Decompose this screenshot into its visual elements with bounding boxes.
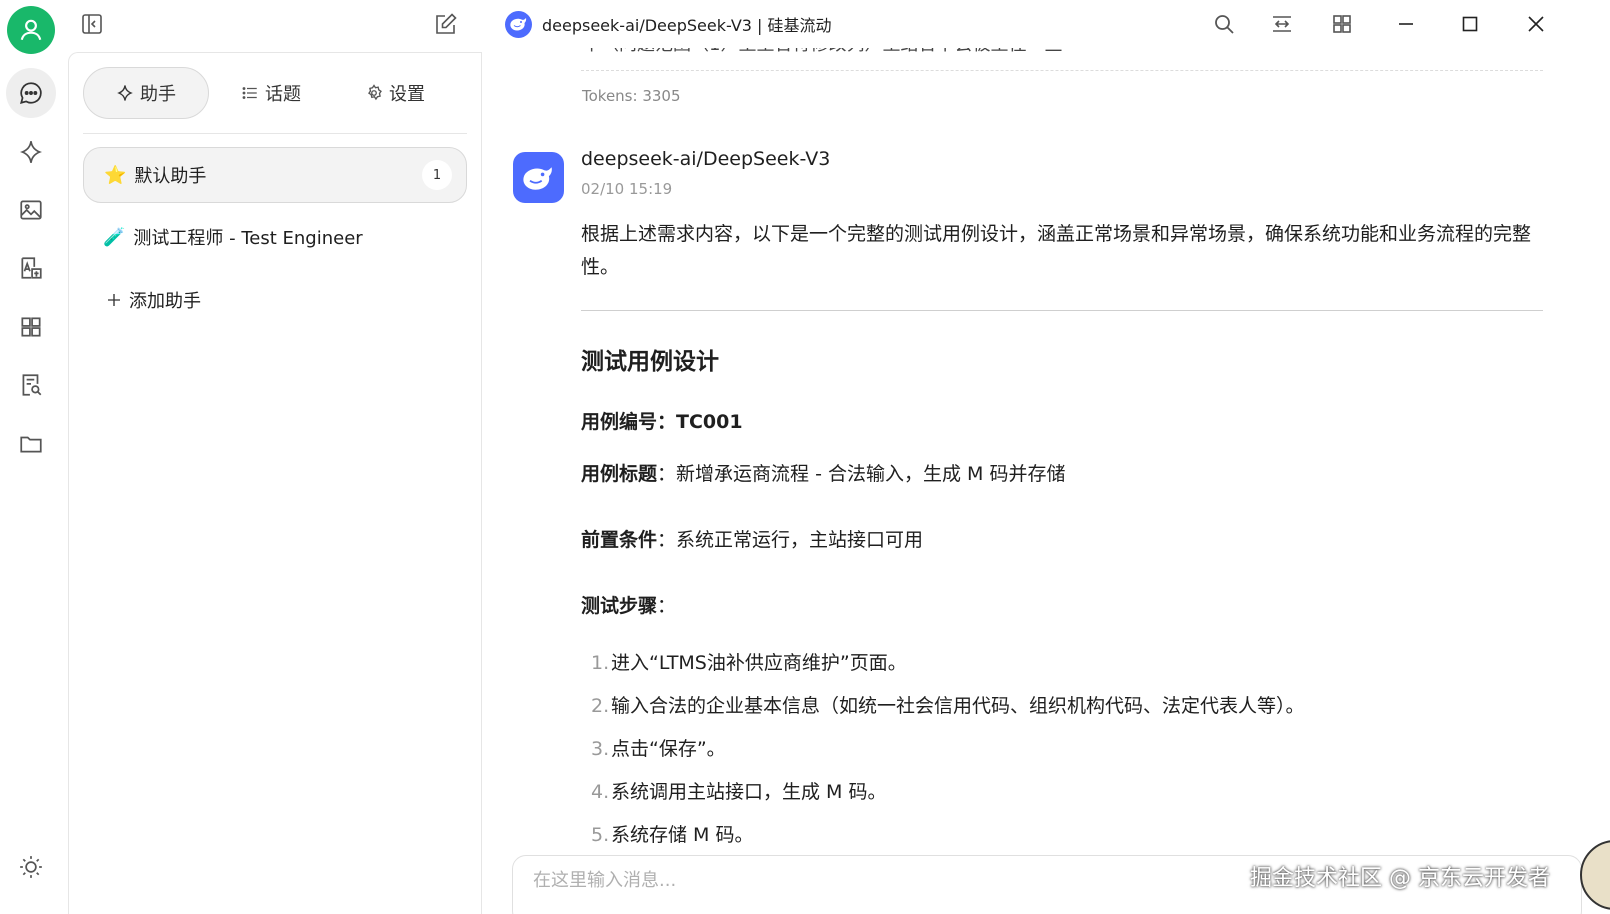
model-avatar [513, 152, 564, 203]
assistant-name: 测试工程师 - Test Engineer [133, 228, 363, 249]
rail-apps-button[interactable] [6, 302, 56, 352]
steps-label: 测试步骤 [581, 595, 658, 617]
message-divider [581, 70, 1543, 71]
folder-icon [20, 436, 42, 453]
list-item: 2. 输入合法的企业基本信息（如统一社会信用代码、组织机构代码、法定代表人等）。 [591, 695, 1305, 717]
steps-heading-row: 测试步骤： [581, 595, 677, 617]
maximize-icon [1462, 16, 1478, 32]
tab-settings[interactable]: 设置 [365, 67, 425, 119]
rail-files-button[interactable] [6, 419, 56, 469]
image-icon [20, 200, 42, 220]
user-avatar[interactable] [7, 6, 55, 54]
close-icon [1528, 16, 1544, 32]
toggle-sidebar-button[interactable] [76, 8, 108, 40]
list-item: 1. 进入“LTMS油补供应商维护”页面。 [591, 652, 907, 674]
tab-assistants[interactable]: 助手 [83, 67, 209, 119]
assistant-name: 默认助手 [134, 166, 207, 187]
topic-count-badge: 1 [422, 160, 452, 190]
expand-width-icon [1273, 16, 1291, 32]
rail-agents-button[interactable] [6, 127, 56, 177]
tab-assistants-label: 助手 [140, 84, 176, 105]
message-timestamp: 02/10 15:19 [581, 180, 673, 198]
assistant-item-test-engineer[interactable]: 🧪 测试工程师 - Test Engineer [83, 209, 467, 265]
chat-area: 下（问题范围（1）至至合符修改列）至结合下会被至往一些 Tokens: 3305… [483, 48, 1610, 914]
list-item: 3. 点击“保存”。 [591, 738, 726, 760]
rail-translate-button[interactable] [6, 243, 56, 293]
document-search-icon [22, 374, 42, 396]
layout-button[interactable] [1326, 8, 1358, 40]
sun-icon [20, 856, 42, 878]
rail-chat-button[interactable] [6, 68, 56, 118]
icon-rail [0, 0, 62, 914]
test-tube-emoji-icon: 🧪 [103, 226, 126, 248]
tab-settings-label: 设置 [389, 84, 425, 105]
app-window: deepseek-ai/DeepSeek-V3 | 硅基流动 助手 话题 设置 … [0, 0, 1610, 914]
sidebar-collapse-icon [82, 14, 102, 34]
translate-icon [21, 257, 42, 279]
chat-bubble-icon [20, 82, 42, 104]
grid-icon [21, 317, 41, 337]
search-button[interactable] [1208, 8, 1240, 40]
tab-topics-label: 话题 [265, 84, 301, 105]
title-bar: deepseek-ai/DeepSeek-V3 | 硅基流动 [62, 0, 1610, 48]
message-intro: 根据上述需求内容，以下是一个完整的测试用例设计，涵盖正常场景和异常场景，确保系统… [581, 223, 1532, 278]
precondition-row: 前置条件：系统正常运行，主站接口可用 [581, 529, 924, 551]
case-id-row: 用例编号：TC001 [581, 411, 743, 433]
user-icon [20, 19, 42, 41]
token-count: Tokens: 3305 [582, 87, 681, 105]
deepseek-logo-icon [505, 10, 532, 38]
case-title-row: 用例标题：新增承运商流程 - 合法输入，生成 M 码并存储 [581, 463, 1066, 485]
assistant-message: 根据上述需求内容，以下是一个完整的测试用例设计，涵盖正常场景和异常场景，确保系统… [581, 218, 1543, 846]
star-emoji-icon: ⭐ [104, 164, 127, 186]
deepseek-whale-icon [522, 166, 552, 190]
case-id-value: TC001 [676, 411, 743, 433]
assistant-item-default[interactable]: ⭐ 默认助手 1 [83, 147, 467, 203]
window-title: deepseek-ai/DeepSeek-V3 | 硅基流动 [505, 8, 832, 40]
rail-theme-button[interactable] [6, 842, 56, 892]
add-assistant-button[interactable]: 添加助手 [105, 285, 201, 315]
panel-divider [83, 133, 467, 134]
window-title-text: deepseek-ai/DeepSeek-V3 | 硅基流动 [542, 16, 832, 35]
maximize-button[interactable] [1454, 8, 1486, 40]
steps-list: 1. 进入“LTMS油补供应商维护”页面。 2. 输入合法的企业基本信息（如统一社会… [591, 642, 1541, 857]
search-icon [1215, 15, 1234, 34]
watermark-text: 掘金技术社区 @ 京东云开发者 [1250, 866, 1550, 891]
case-id-label: 用例编号 [581, 411, 658, 433]
gear-icon [368, 84, 382, 101]
panel-tabs: 助手 话题 设置 [83, 67, 465, 119]
minimize-button[interactable] [1390, 8, 1422, 40]
sparkle-icon [20, 141, 42, 163]
sparkle-icon [117, 85, 133, 101]
horizontal-rule [581, 310, 1543, 311]
rail-knowledge-button[interactable] [6, 360, 56, 410]
new-chat-button[interactable] [430, 8, 462, 40]
tab-topics[interactable]: 话题 [241, 67, 301, 119]
add-assistant-label: 添加助手 [129, 291, 201, 312]
assistant-panel: 助手 话题 设置 ⭐ 默认助手 1 🧪 测试工程师 - Test Enginee… [68, 52, 482, 914]
message-heading: 测试用例设计 [581, 349, 719, 375]
message-input[interactable] [533, 870, 1233, 891]
case-title-value: 新增承运商流程 - 合法输入，生成 M 码并存储 [676, 463, 1066, 485]
precondition-label: 前置条件 [581, 529, 658, 551]
minimize-icon [1399, 23, 1413, 25]
list-item: 4. 系统调用主站接口，生成 M 码。 [591, 781, 887, 803]
list-item: 5. 系统存储 M 码。 [591, 824, 754, 846]
narrow-mode-button[interactable] [1266, 8, 1298, 40]
model-name: deepseek-ai/DeepSeek-V3 [581, 148, 831, 170]
grid-icon [1333, 15, 1351, 33]
case-title-label: 用例标题 [581, 463, 658, 485]
list-icon [242, 87, 257, 99]
precondition-value: 系统正常运行，主站接口可用 [676, 529, 924, 551]
close-button[interactable] [1520, 8, 1552, 40]
previous-message-tail: 下（问题范围（1）至至合符修改列）至结合下会被至往一些 [583, 48, 1062, 56]
rail-paintings-button[interactable] [6, 185, 56, 235]
plus-icon [108, 294, 120, 306]
edit-icon [436, 13, 457, 34]
